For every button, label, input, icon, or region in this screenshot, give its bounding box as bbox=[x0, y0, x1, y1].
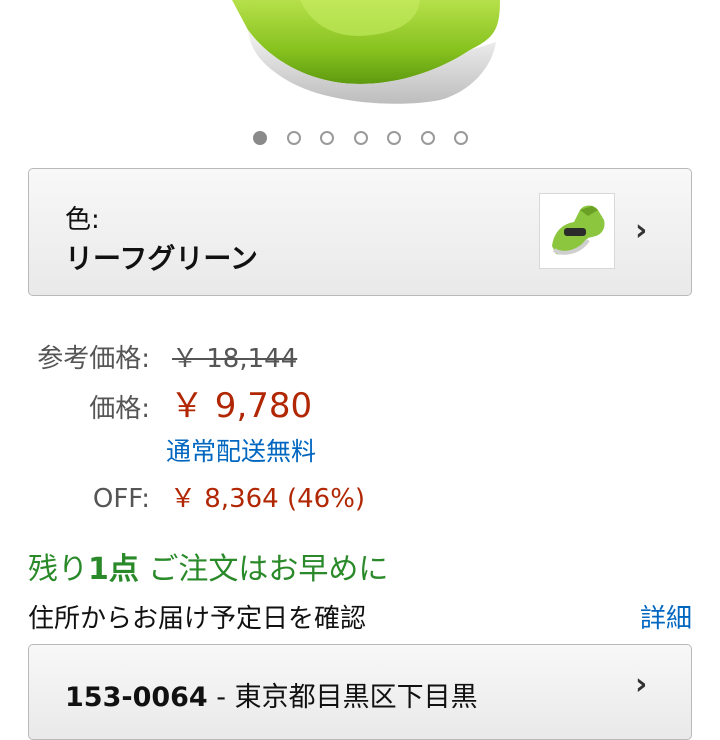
carousel-dot[interactable] bbox=[353, 131, 368, 145]
variant-label: 色: bbox=[65, 205, 100, 235]
delivery-estimate-text: 住所からお届け予定日を確認 bbox=[28, 604, 367, 634]
price-value: ￥ 9,780 bbox=[170, 386, 313, 426]
address-selector[interactable]: 153-0064 - 東京都目黒区下目黒 › bbox=[28, 644, 692, 740]
list-price-row: 参考価格: ￥ 18,144 bbox=[28, 338, 297, 375]
variant-thumbnail bbox=[539, 193, 615, 269]
carousel-dot[interactable] bbox=[387, 131, 401, 145]
chevron-right-icon: › bbox=[635, 667, 648, 702]
vacuum-cleaner-icon bbox=[232, 0, 500, 104]
list-price-label: 参考価格: bbox=[37, 344, 150, 374]
vacuum-thumbnail-icon bbox=[552, 205, 605, 255]
address-separator: - bbox=[207, 682, 235, 713]
zip-code: 153-0064 bbox=[65, 682, 208, 713]
image-carousel-indicator[interactable] bbox=[0, 131, 720, 145]
discount-row: OFF: ￥ 8,364 (46%) bbox=[28, 478, 365, 515]
variant-value: リーフグリーン bbox=[65, 242, 258, 275]
details-link[interactable]: 詳細 bbox=[640, 598, 692, 635]
address-location: 東京都目黒区下目黒 bbox=[234, 682, 478, 713]
address-text: 153-0064 - 東京都目黒区下目黒 bbox=[65, 675, 478, 714]
price-row: 価格: ￥ 9,780 bbox=[28, 378, 312, 427]
free-shipping-link[interactable]: 通常配送無料 bbox=[166, 432, 316, 468]
stock-prefix: 残り bbox=[28, 552, 88, 587]
price-label: 価格: bbox=[89, 394, 150, 424]
stock-status: 残り1点 ご注文はお早めに bbox=[28, 544, 388, 588]
carousel-dot[interactable] bbox=[454, 131, 468, 145]
carousel-dot[interactable] bbox=[320, 131, 334, 145]
stock-suffix: ご注文はお早めに bbox=[138, 552, 389, 587]
carousel-dot-active[interactable] bbox=[253, 131, 267, 145]
stock-count: 1点 bbox=[88, 552, 139, 587]
chevron-right-icon: › bbox=[635, 213, 648, 248]
off-label: OFF: bbox=[92, 484, 150, 514]
off-value: ￥ 8,364 (46%) bbox=[170, 484, 366, 514]
carousel-dot[interactable] bbox=[420, 131, 435, 145]
carousel-dot[interactable] bbox=[286, 131, 301, 145]
list-price-value: ￥ 18,144 bbox=[172, 344, 298, 374]
product-image[interactable] bbox=[0, 0, 720, 118]
color-variant-selector[interactable]: 色: リーフグリーン › bbox=[28, 168, 692, 296]
